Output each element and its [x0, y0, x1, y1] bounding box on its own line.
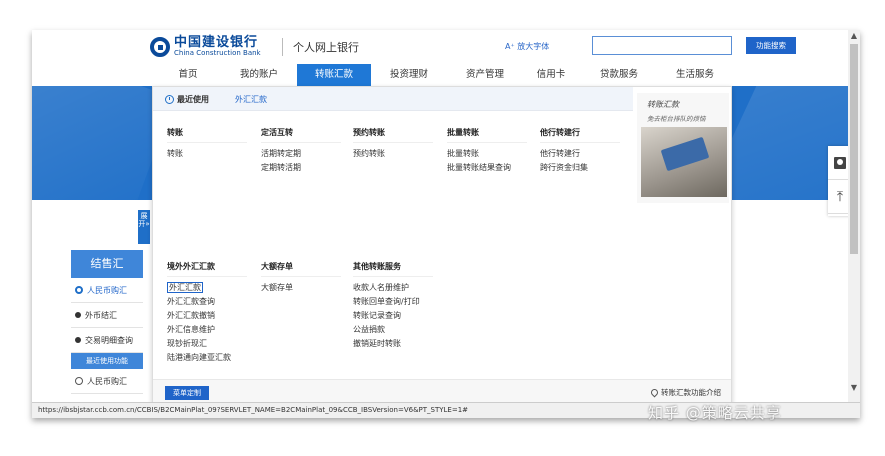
vertical-scrollbar[interactable]: ▲ ▼ — [848, 30, 860, 402]
location-pin-icon — [649, 387, 660, 398]
nav-loans[interactable]: 贷款服务 — [586, 64, 652, 86]
function-search-input[interactable] — [592, 36, 732, 55]
menu-col-other-bank: 他行转建行 他行转建行 跨行资金归集 — [540, 127, 620, 175]
left-panel-title: 结售汇 — [71, 250, 143, 278]
user-card-icon — [834, 156, 846, 169]
recent-link-fx-remittance[interactable]: 外汇汇款 — [235, 94, 267, 105]
feature-intro-link[interactable]: 转账汇款功能介绍 — [649, 387, 721, 398]
menu-col-title: 定活互转 — [261, 127, 341, 143]
promo-image — [641, 127, 727, 197]
left-item-rmb-purchase[interactable]: 人民币购汇 — [71, 278, 143, 303]
menu-col-title: 其他转账服务 — [353, 261, 433, 277]
menu-col-title: 预约转账 — [353, 127, 433, 143]
menu-col-fixed-current: 定活互转 活期转定期 定期转活期 — [261, 127, 341, 175]
menu-link[interactable]: 定期转活期 — [261, 161, 341, 175]
menu-link[interactable]: 大额存单 — [261, 281, 341, 295]
menu-col-large-deposit: 大额存单 大额存单 — [261, 261, 341, 295]
menu-link[interactable]: 外汇汇款撤销 — [167, 309, 247, 323]
function-search-button[interactable]: 功能搜索 — [746, 37, 796, 54]
left-item-transaction-query[interactable]: 交易明细查询 — [71, 328, 143, 353]
menu-link[interactable]: 转账记录查询 — [353, 309, 433, 323]
recent-item-rmb-purchase[interactable]: 人民币购汇 — [71, 369, 143, 394]
transfer-dropdown-menu: 最近使用 外汇汇款 转账 转账 定活互转 活期转定期 定期转活期 预约转账 预约… — [152, 86, 732, 404]
nav-my-account[interactable]: 我的账户 — [226, 64, 292, 86]
menu-col-title: 大额存单 — [261, 261, 341, 277]
recent-functions-header: 最近使用功能 — [71, 353, 143, 369]
menu-link[interactable]: 批量转账结果查询 — [447, 161, 527, 175]
menu-col-scheduled: 预约转账 预约转账 — [353, 127, 433, 161]
browser-window: 中国建设银行 China Construction Bank 个人网上银行 A⁺… — [32, 30, 860, 418]
radio-selected-icon — [75, 286, 83, 294]
logo-english-text: China Construction Bank — [174, 49, 261, 57]
menu-col-title: 境外外汇汇款 — [167, 261, 247, 277]
menu-link[interactable]: 批量转账 — [447, 147, 527, 161]
nav-home[interactable]: 首页 — [158, 64, 218, 86]
promo-title: 转账汇款 — [647, 100, 679, 109]
menu-link[interactable]: 跨行资金归集 — [540, 161, 620, 175]
bullet-icon — [75, 337, 81, 343]
menu-col-batch: 批量转账 批量转账 批量转账结果查询 — [447, 127, 527, 175]
header-divider — [282, 38, 283, 56]
menu-link[interactable]: 活期转定期 — [261, 147, 341, 161]
promo-card[interactable]: 转账汇款 免去柜台排队的烦恼 — [637, 93, 729, 203]
scroll-down-arrow-icon[interactable]: ▼ — [848, 382, 860, 394]
dropdown-footer: 菜单定制 转账汇款功能介绍 — [153, 379, 731, 404]
menu-link[interactable]: 他行转建行 — [540, 147, 620, 161]
site-header: 中国建设银行 China Construction Bank 个人网上银行 A⁺… — [32, 30, 848, 64]
bullet-icon — [75, 312, 81, 318]
menu-link[interactable]: 预约转账 — [353, 147, 433, 161]
menu-col-title: 转账 — [167, 127, 247, 143]
menu-link[interactable]: 现钞折现汇 — [167, 337, 247, 351]
customize-menu-button[interactable]: 菜单定制 — [165, 386, 209, 400]
left-item-label: 外币结汇 — [85, 310, 117, 320]
ccb-logo[interactable]: 中国建设银行 China Construction Bank — [150, 36, 261, 57]
portal-title: 个人网上银行 — [293, 41, 359, 54]
logo-chinese-text: 中国建设银行 — [174, 35, 259, 50]
left-panel: 结售汇 人民币购汇 外币结汇 交易明细查询 最近使用功能 人民币购汇 — [71, 250, 143, 394]
menu-col-transfer: 转账 转账 — [167, 127, 247, 161]
menu-link-label: 外汇汇款 — [167, 282, 203, 293]
feature-intro-label: 转账汇款功能介绍 — [661, 388, 721, 397]
scroll-up-arrow-icon[interactable]: ▲ — [848, 30, 860, 42]
menu-link-fx-remittance[interactable]: 外汇汇款 — [167, 281, 247, 295]
menu-link[interactable]: 外汇信息维护 — [167, 323, 247, 337]
nav-investment[interactable]: 投资理财 — [376, 64, 442, 86]
scroll-thumb[interactable] — [850, 44, 858, 254]
enlarge-font-button[interactable]: A⁺ 放大字体 — [505, 41, 549, 52]
watermark-text: 知乎 @策略云共享 — [648, 404, 782, 422]
left-item-fx-settlement[interactable]: 外币结汇 — [71, 303, 143, 328]
promo-subtitle: 免去柜台排队的烦恼 — [647, 115, 706, 123]
recent-bar: 最近使用 外汇汇款 — [153, 87, 633, 111]
nav-transfer[interactable]: 转账汇款 — [297, 64, 371, 86]
nav-credit-card[interactable]: 信用卡 — [524, 64, 578, 86]
menu-col-title: 他行转建行 — [540, 127, 620, 143]
menu-col-other-services: 其他转账服务 收款人名册维护 转账回单查询/打印 转账记录查询 公益捐款 撤销延… — [353, 261, 433, 351]
menu-link[interactable]: 收款人名册维护 — [353, 281, 433, 295]
recent-item-label: 人民币购汇 — [87, 376, 127, 386]
bank-card-image — [660, 136, 710, 172]
menu-link[interactable]: 转账 — [167, 147, 247, 161]
recent-used-label: 最近使用 — [177, 95, 209, 104]
clock-icon — [165, 95, 174, 104]
menu-link[interactable]: 公益捐款 — [353, 323, 433, 337]
arrow-up-icon: ⤒ — [836, 188, 844, 205]
nav-assets[interactable]: 资产管理 — [452, 64, 518, 86]
left-item-label: 人民币购汇 — [87, 285, 127, 295]
menu-link[interactable]: 陆港通向建亚汇款 — [167, 351, 247, 365]
expand-tab[interactable]: 展开» — [138, 210, 150, 244]
nav-life-services[interactable]: 生活服务 — [662, 64, 728, 86]
main-nav: 首页 我的账户 转账汇款 投资理财 资产管理 信用卡 贷款服务 生活服务 — [32, 64, 848, 86]
menu-link[interactable]: 撤销延时转账 — [353, 337, 433, 351]
ccb-logo-icon — [150, 36, 170, 57]
menu-link[interactable]: 外汇汇款查询 — [167, 295, 247, 309]
recent-used: 最近使用 — [165, 94, 209, 105]
left-item-label: 交易明细查询 — [85, 335, 133, 345]
menu-col-overseas-fx: 境外外汇汇款 外汇汇款 外汇汇款查询 外汇汇款撤销 外汇信息维护 现钞折现汇 陆… — [167, 261, 247, 365]
clock-icon — [75, 377, 83, 385]
menu-col-title: 批量转账 — [447, 127, 527, 143]
menu-link[interactable]: 转账回单查询/打印 — [353, 295, 433, 309]
